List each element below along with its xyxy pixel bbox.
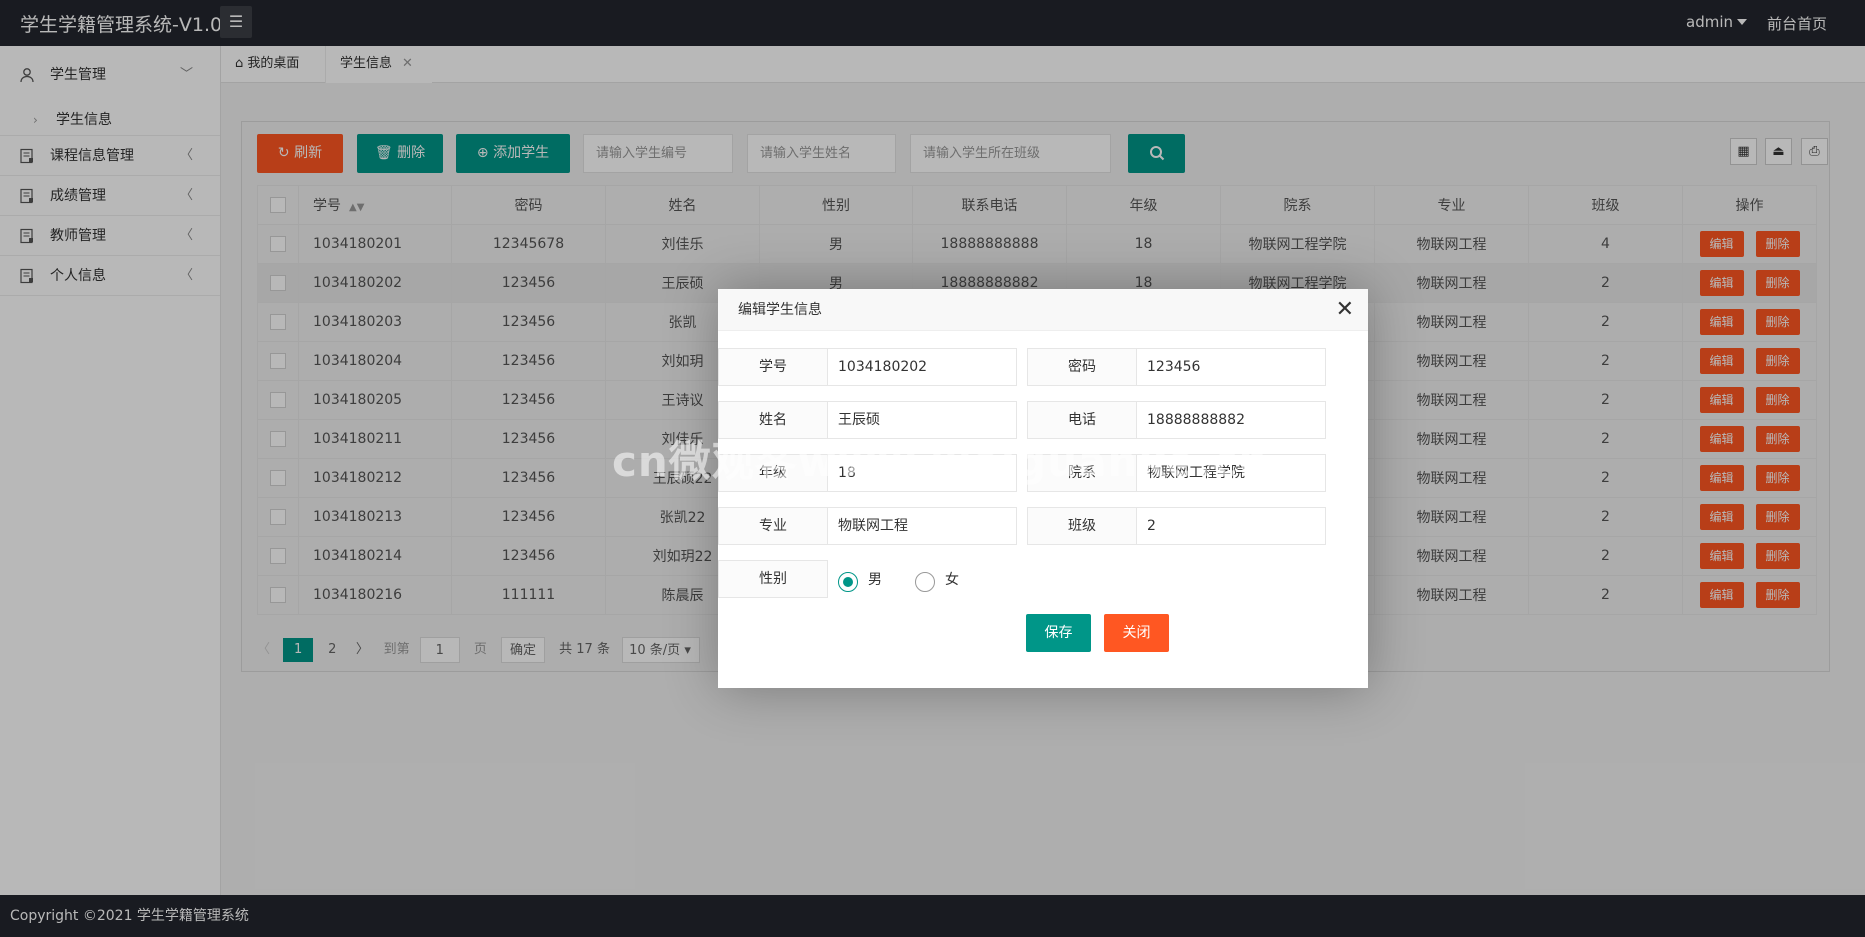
field-label: 班级 bbox=[1027, 507, 1137, 545]
major-field[interactable]: 物联网工程 bbox=[827, 507, 1017, 545]
form-row: 学号 1034180202 密码 123456 bbox=[718, 348, 1368, 386]
field-label: 性别 bbox=[718, 560, 828, 598]
password-field[interactable]: 123456 bbox=[1136, 348, 1326, 386]
form-row: 专业 物联网工程 班级 2 bbox=[718, 507, 1368, 545]
modal-title: 编辑学生信息 bbox=[718, 289, 1368, 331]
gender-male-label[interactable]: 男 bbox=[868, 569, 882, 589]
close-icon[interactable]: ✕ bbox=[1336, 297, 1354, 323]
close-button[interactable]: 关闭 bbox=[1104, 614, 1169, 652]
form-row-gender: 性别 男 女 bbox=[718, 560, 1368, 598]
gender-female-radio[interactable] bbox=[915, 572, 935, 592]
save-button[interactable]: 保存 bbox=[1026, 614, 1091, 652]
gender-female-label[interactable]: 女 bbox=[945, 569, 959, 589]
student-id-field[interactable]: 1034180202 bbox=[827, 348, 1017, 386]
field-label: 专业 bbox=[718, 507, 828, 545]
class-field[interactable]: 2 bbox=[1136, 507, 1326, 545]
watermark: cn微观客www.weiguanke.cn bbox=[612, 437, 1270, 486]
gender-male-radio[interactable] bbox=[838, 572, 858, 592]
field-label: 密码 bbox=[1027, 348, 1137, 386]
field-label: 学号 bbox=[718, 348, 828, 386]
